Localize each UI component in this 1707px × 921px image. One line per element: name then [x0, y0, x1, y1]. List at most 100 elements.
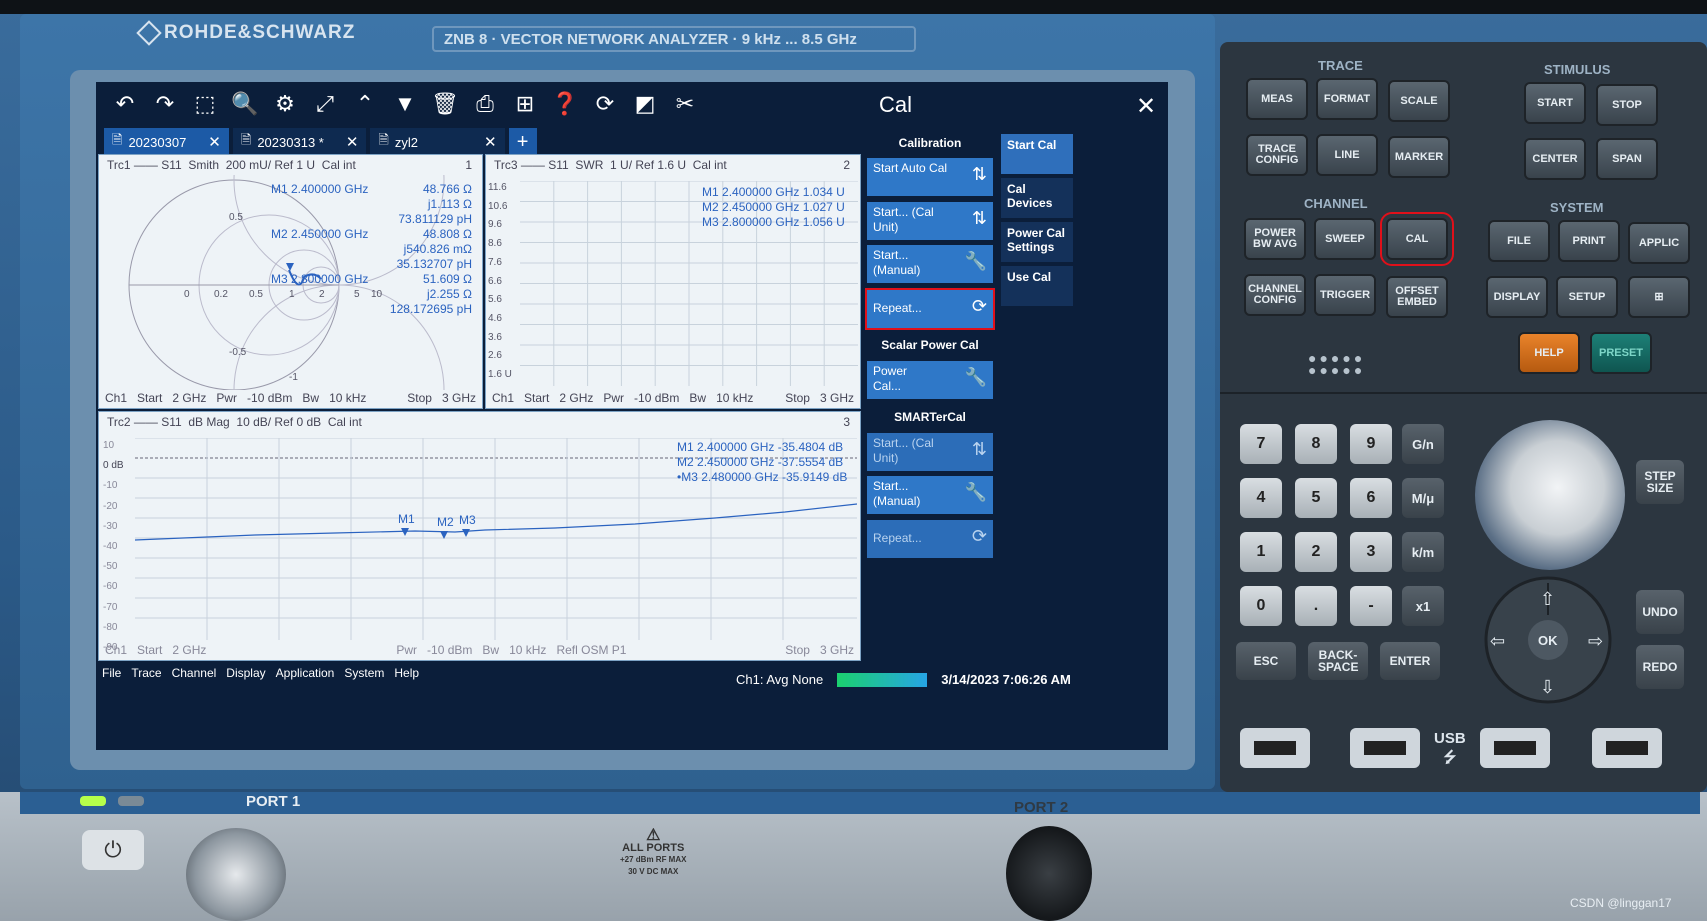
- smarter-repeat-button[interactable]: Repeat... ⟳: [867, 520, 993, 558]
- port1-connector[interactable]: [186, 828, 286, 921]
- start-auto-cal-button[interactable]: Start Auto Cal ⇅: [867, 158, 993, 196]
- marker-key[interactable]: MARKER: [1388, 136, 1450, 178]
- fit-icon[interactable]: ⤢: [310, 89, 340, 119]
- cal-key[interactable]: CAL: [1380, 212, 1454, 266]
- help-icon[interactable]: ❓: [550, 89, 580, 119]
- tab-20230313[interactable]: 🗎 20230313 * ✕: [232, 128, 367, 156]
- zoom-box-icon[interactable]: ⬚: [190, 89, 220, 119]
- zoom-settings-icon[interactable]: ⚙: [270, 89, 300, 119]
- menu-trace[interactable]: Trace: [131, 666, 161, 680]
- port2-connector[interactable]: [1006, 826, 1092, 921]
- usb-port[interactable]: [1480, 728, 1550, 768]
- key-dot[interactable]: .: [1295, 586, 1337, 626]
- preset-key[interactable]: PRESET: [1590, 332, 1652, 374]
- zoom-icon[interactable]: 🔍: [230, 89, 260, 119]
- channel-config-key[interactable]: CHANNEL CONFIG: [1244, 274, 1306, 316]
- format-key[interactable]: FORMAT: [1316, 78, 1378, 120]
- menu-application[interactable]: Application: [276, 666, 335, 680]
- marker-add-icon[interactable]: ▼: [390, 89, 420, 119]
- trace-config-key[interactable]: TRACE CONFIG: [1246, 134, 1308, 176]
- power-cal-button[interactable]: Power Cal... 🔧: [867, 361, 993, 399]
- usb-port[interactable]: [1350, 728, 1420, 768]
- trigger-key[interactable]: TRIGGER: [1314, 274, 1376, 316]
- key-k-m[interactable]: k/m: [1402, 532, 1444, 572]
- usb-port[interactable]: [1592, 728, 1662, 768]
- trace-add-icon[interactable]: ⌃: [350, 89, 380, 119]
- key-8[interactable]: 8: [1295, 424, 1337, 464]
- menu-display[interactable]: Display: [226, 666, 265, 680]
- tab-power-cal-settings[interactable]: Power Cal Settings: [1001, 222, 1073, 262]
- key-0[interactable]: 0: [1240, 586, 1282, 626]
- key-7[interactable]: 7: [1240, 424, 1282, 464]
- repeat-cal-button[interactable]: Repeat... ⟳: [865, 288, 995, 330]
- key-1[interactable]: 1: [1240, 532, 1282, 572]
- down-arrow-icon[interactable]: ⇩: [1540, 677, 1555, 697]
- close-icon[interactable]: ✕: [1136, 92, 1156, 121]
- setup-key[interactable]: SETUP: [1556, 276, 1618, 318]
- redo-key[interactable]: REDO: [1636, 645, 1684, 689]
- line-key[interactable]: LINE: [1316, 134, 1378, 176]
- trc1-smith-pane[interactable]: Trc1 —— S11 Smith 200 mU/ Ref 1 U Cal in…: [98, 154, 483, 409]
- left-arrow-icon[interactable]: ⇦: [1490, 631, 1505, 651]
- print-key[interactable]: PRINT: [1558, 220, 1620, 262]
- refresh-icon[interactable]: ⟳: [590, 89, 620, 119]
- menu-file[interactable]: File: [102, 666, 121, 680]
- offset-embed-key[interactable]: OFFSET EMBED: [1386, 276, 1448, 318]
- key-9[interactable]: 9: [1350, 424, 1392, 464]
- enter-key[interactable]: ENTER: [1380, 642, 1440, 680]
- center-key[interactable]: CENTER: [1524, 138, 1586, 180]
- key-2[interactable]: 2: [1295, 532, 1337, 572]
- rotary-knob[interactable]: [1475, 420, 1625, 570]
- esc-key[interactable]: ESC: [1236, 642, 1296, 680]
- menu-channel[interactable]: Channel: [172, 666, 217, 680]
- tab-20230307[interactable]: 🗎 20230307 ✕: [104, 128, 229, 156]
- windows-key[interactable]: ⊞: [1628, 276, 1690, 318]
- trc2-dbmag-pane[interactable]: Trc2 —— S11 dB Mag 10 dB/ Ref 0 dB Cal i…: [98, 411, 861, 661]
- start-manual-button[interactable]: Start... (Manual) 🔧: [867, 245, 993, 283]
- touch-icon[interactable]: ✂: [670, 89, 700, 119]
- smarter-start-cal-unit-button[interactable]: Start... (Cal Unit) ⇅: [867, 433, 993, 471]
- key-4[interactable]: 4: [1240, 478, 1282, 518]
- windows-icon[interactable]: ⊞: [510, 89, 540, 119]
- help-key[interactable]: HELP: [1518, 332, 1580, 374]
- smarter-start-manual-button[interactable]: Start... (Manual) 🔧: [867, 476, 993, 514]
- span-key[interactable]: SPAN: [1596, 138, 1658, 180]
- key-g-n[interactable]: G/n: [1402, 424, 1444, 464]
- display-key[interactable]: DISPLAY: [1486, 276, 1548, 318]
- up-arrow-icon[interactable]: ⇧: [1540, 589, 1555, 609]
- key-3[interactable]: 3: [1350, 532, 1392, 572]
- key-x1[interactable]: x1: [1402, 586, 1444, 626]
- key-6[interactable]: 6: [1350, 478, 1392, 518]
- file-key[interactable]: FILE: [1488, 220, 1550, 262]
- redo-icon[interactable]: ↷: [150, 89, 180, 119]
- applic-key[interactable]: APPLIC: [1628, 222, 1690, 264]
- menu-system[interactable]: System: [344, 666, 384, 680]
- close-icon[interactable]: ✕: [346, 133, 359, 151]
- backspace-key[interactable]: BACK-SPACE: [1308, 642, 1368, 680]
- key-minus[interactable]: -: [1350, 586, 1392, 626]
- close-icon[interactable]: ✕: [484, 133, 497, 151]
- usb-port[interactable]: [1240, 728, 1310, 768]
- add-tab-button[interactable]: +: [508, 128, 537, 156]
- tab-cal-devices[interactable]: Cal Devices: [1001, 178, 1073, 218]
- menu-help[interactable]: Help: [394, 666, 419, 680]
- meas-key[interactable]: MEAS: [1246, 78, 1308, 120]
- power-bw-avg-key[interactable]: POWER BW AVG: [1244, 218, 1306, 260]
- tab-zyl2[interactable]: 🗎 zyl2 ✕: [370, 128, 505, 156]
- trc3-swr-pane[interactable]: Trc3 —— S11 SWR 1 U/ Ref 1.6 U Cal int 2…: [485, 154, 861, 409]
- step-size-key[interactable]: STEP SIZE: [1636, 460, 1684, 504]
- delete-icon[interactable]: 🗑: [430, 89, 460, 119]
- right-arrow-icon[interactable]: ⇨: [1588, 631, 1603, 651]
- start-cal-unit-button[interactable]: Start... (Cal Unit) ⇅: [867, 202, 993, 240]
- fullscreen-icon[interactable]: ◩: [630, 89, 660, 119]
- close-icon[interactable]: ✕: [208, 133, 221, 151]
- start-key[interactable]: START: [1524, 82, 1586, 124]
- scale-key[interactable]: SCALE: [1388, 80, 1450, 122]
- power-button[interactable]: ⏻: [82, 830, 144, 870]
- stop-key[interactable]: STOP: [1596, 84, 1658, 126]
- key-m-mu[interactable]: M/μ: [1402, 478, 1444, 518]
- undo-key[interactable]: UNDO: [1636, 590, 1684, 634]
- undo-icon[interactable]: ↶: [110, 89, 140, 119]
- tab-start-cal[interactable]: Start Cal: [1001, 134, 1073, 174]
- tab-use-cal[interactable]: Use Cal: [1001, 266, 1073, 306]
